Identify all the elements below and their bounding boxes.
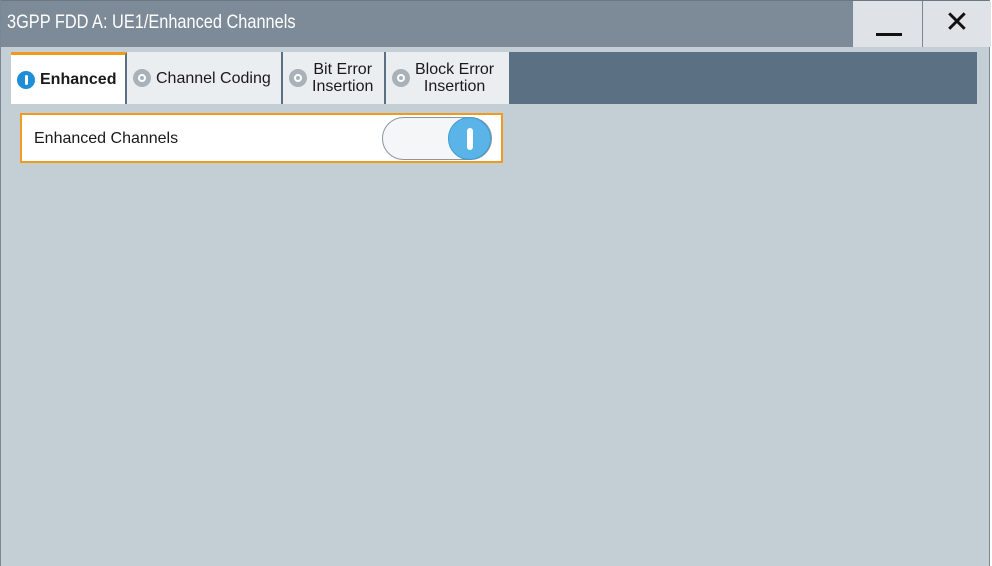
tab-label-line1: Block Error <box>415 61 495 78</box>
tab-bar: Enhanced Channel Coding Bit Error Insert… <box>11 52 977 104</box>
enhanced-channels-row: Enhanced Channels <box>20 113 503 163</box>
tab-block-error-insertion[interactable]: Block Error Insertion <box>386 52 511 104</box>
dialog-window: 3GPP FDD A: UE1/Enhanced Channels ✕ Enha… <box>0 0 991 566</box>
state-off-icon <box>289 69 307 87</box>
enhanced-channels-toggle[interactable] <box>382 117 492 160</box>
tab-channel-coding[interactable]: Channel Coding <box>127 52 283 104</box>
enhanced-channels-label: Enhanced Channels <box>34 130 179 147</box>
state-off-icon <box>392 69 410 87</box>
toggle-knob-on-icon <box>448 117 491 160</box>
tab-label-line2: Insertion <box>423 78 486 95</box>
state-off-icon <box>133 69 151 87</box>
tab-label: Block Error Insertion <box>415 61 494 95</box>
tab-label-line1: Bit Error <box>313 61 373 78</box>
tab-label: Enhanced <box>40 71 117 88</box>
minimize-icon <box>876 33 902 36</box>
close-button[interactable]: ✕ <box>922 1 991 47</box>
minimize-button[interactable] <box>852 1 922 47</box>
tab-enhanced[interactable]: Enhanced <box>11 52 127 104</box>
tab-label: Bit Error Insertion <box>312 61 373 95</box>
tab-bit-error-insertion[interactable]: Bit Error Insertion <box>283 52 386 104</box>
tab-label-line2: Insertion <box>312 78 374 95</box>
tab-label: Channel Coding <box>156 69 271 87</box>
title-bar: 3GPP FDD A: UE1/Enhanced Channels ✕ <box>1 0 991 47</box>
close-icon: ✕ <box>944 5 970 40</box>
window-title: 3GPP FDD A: UE1/Enhanced Channels <box>7 12 296 33</box>
state-on-icon <box>17 70 35 89</box>
